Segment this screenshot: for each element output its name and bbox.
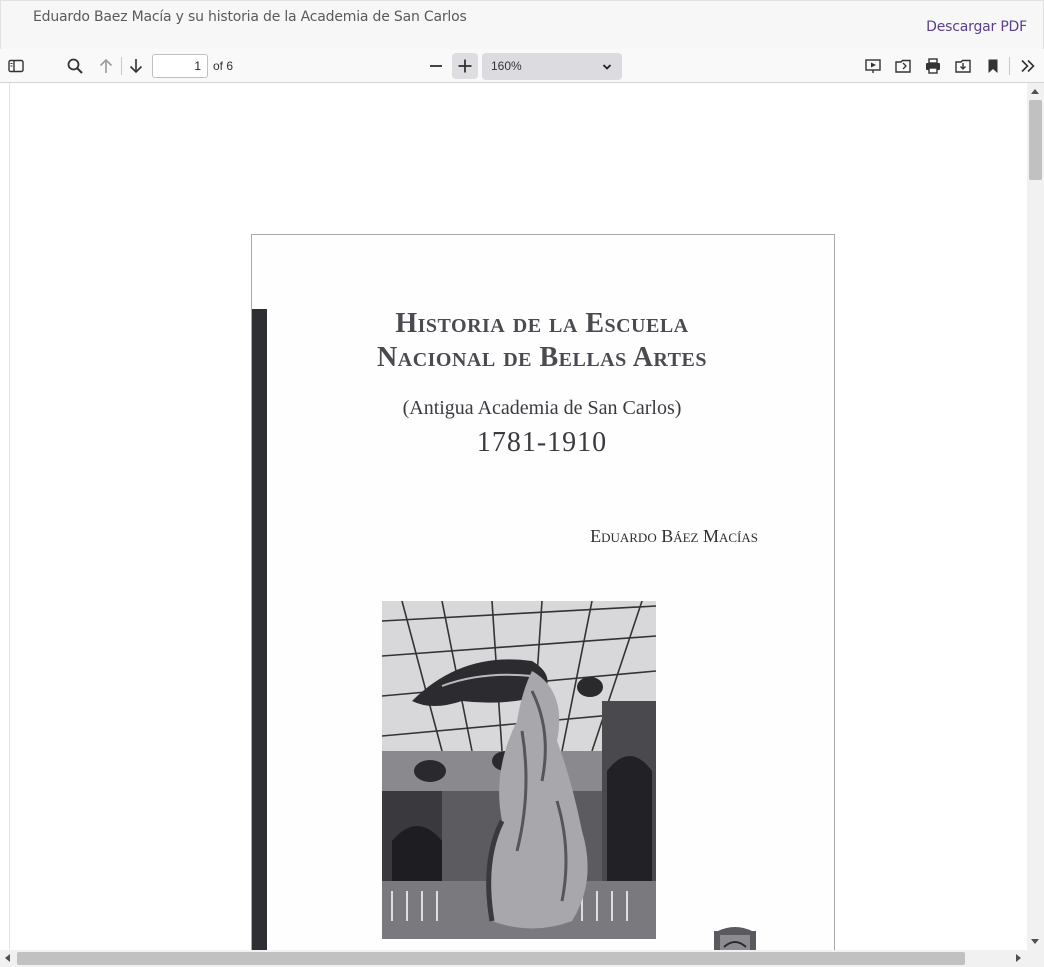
open-file-button[interactable] bbox=[890, 53, 916, 79]
book-title-line2: Nacional de Bellas Artes bbox=[377, 342, 707, 373]
pdf-toolbar: of 6 160% bbox=[0, 49, 1044, 83]
download-pdf-link[interactable]: Descargar PDF bbox=[926, 19, 1027, 35]
next-page-button[interactable] bbox=[123, 53, 149, 79]
book-years: 1781-1910 bbox=[476, 427, 608, 458]
document-viewer[interactable]: Historia de la Escuela Nacional de Bella… bbox=[9, 83, 1028, 950]
winged-victory-statue-image bbox=[382, 601, 656, 939]
open-file-icon bbox=[895, 59, 911, 73]
zoom-out-button[interactable] bbox=[423, 53, 449, 79]
bookmark-button[interactable] bbox=[980, 53, 1006, 79]
print-icon bbox=[926, 58, 940, 74]
toolbar-separator bbox=[1009, 57, 1010, 75]
toolbar-separator bbox=[121, 57, 122, 75]
document-title: Eduardo Baez Macía y su historia de la A… bbox=[33, 9, 467, 25]
zoom-value: 160% bbox=[491, 59, 522, 73]
download-icon bbox=[955, 59, 971, 73]
vertical-scroll-thumb[interactable] bbox=[1029, 100, 1042, 180]
double-chevron-right-icon bbox=[1021, 59, 1035, 73]
sidebar-toggle-button[interactable] bbox=[3, 53, 29, 79]
presentation-mode-button[interactable] bbox=[860, 53, 886, 79]
cover-spine-bar bbox=[252, 309, 267, 950]
zoom-in-button[interactable] bbox=[452, 53, 478, 79]
plus-icon bbox=[458, 59, 472, 73]
pdf-page: Historia de la Escuela Nacional de Bella… bbox=[251, 234, 835, 950]
horizontal-scroll-thumb[interactable] bbox=[17, 952, 965, 965]
bookmark-icon bbox=[988, 59, 998, 73]
scroll-up-arrow-icon[interactable] bbox=[1031, 89, 1039, 94]
unam-seal-logo bbox=[714, 927, 756, 950]
search-icon bbox=[67, 58, 83, 74]
scroll-right-arrow-icon[interactable] bbox=[1016, 954, 1021, 962]
page-count-label: of 6 bbox=[213, 59, 234, 73]
zoom-select[interactable]: 160% bbox=[482, 53, 622, 80]
previous-page-button[interactable] bbox=[93, 53, 119, 79]
sidebar-toggle-icon bbox=[8, 59, 24, 73]
arrow-down-icon bbox=[129, 59, 143, 74]
chevron-down-icon bbox=[602, 64, 612, 70]
print-button[interactable] bbox=[920, 53, 946, 79]
book-author: Eduardo Báez Macías bbox=[590, 526, 758, 546]
scroll-down-arrow-icon[interactable] bbox=[1031, 939, 1039, 944]
page-number-input[interactable] bbox=[152, 54, 208, 78]
scroll-left-arrow-icon[interactable] bbox=[5, 954, 10, 962]
arrow-up-icon bbox=[99, 58, 113, 73]
book-subtitle: (Antigua Academia de San Carlos) bbox=[402, 397, 682, 419]
save-button[interactable] bbox=[950, 53, 976, 79]
cover-photo bbox=[382, 601, 656, 939]
presentation-icon bbox=[865, 59, 881, 73]
find-button[interactable] bbox=[62, 53, 88, 79]
book-title-line1: Historia de la Escuela bbox=[395, 308, 689, 339]
viewer-header: Eduardo Baez Macía y su historia de la A… bbox=[0, 0, 1044, 49]
horizontal-scrollbar[interactable] bbox=[0, 950, 1044, 967]
vertical-scrollbar[interactable] bbox=[1027, 83, 1044, 950]
minus-icon bbox=[430, 65, 442, 67]
book-title: Historia de la Escuela Nacional de Bella… bbox=[292, 307, 792, 375]
tools-button[interactable] bbox=[1015, 53, 1041, 79]
